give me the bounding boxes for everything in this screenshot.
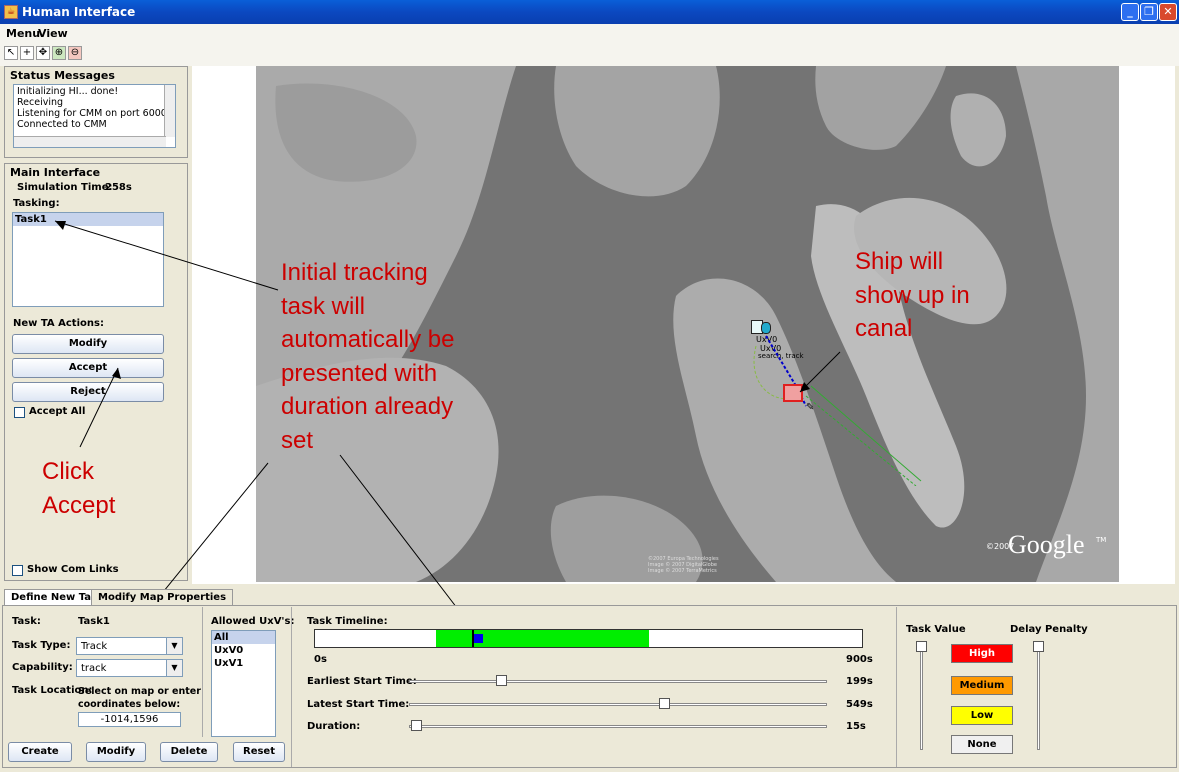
duration-value: 15s	[846, 721, 866, 732]
location-hint-1: Select on map or enter	[78, 686, 201, 697]
capability-value: track	[81, 663, 107, 674]
annotation-line: duration already	[281, 393, 454, 421]
location-field[interactable]: -1014,1596	[78, 712, 181, 727]
list-item[interactable]: All	[212, 631, 275, 644]
delay-penalty-slider[interactable]	[1037, 645, 1040, 750]
medium-button[interactable]: Medium	[951, 676, 1013, 695]
delete-button[interactable]: Delete	[160, 742, 218, 762]
annotation-line: presented with	[281, 359, 438, 387]
chevron-down-icon[interactable]: ▼	[166, 660, 182, 676]
annotation-line: Accept	[42, 491, 116, 519]
low-button[interactable]: Low	[951, 706, 1013, 725]
location-hint-2: coordinates below:	[78, 699, 181, 710]
duration-slider-thumb[interactable]	[410, 720, 422, 731]
chevron-down-icon[interactable]: ▼	[166, 638, 182, 654]
annotation-line: Ship will	[855, 248, 944, 275]
delay-penalty-slider-thumb[interactable]	[1033, 641, 1044, 652]
create-button[interactable]: Create	[8, 742, 72, 762]
delay-penalty-label: Delay Penalty	[1010, 624, 1088, 635]
task-value-slider-thumb[interactable]	[916, 641, 927, 652]
divider	[291, 607, 292, 767]
modify-task-button[interactable]: Modify	[86, 742, 146, 762]
task-type-select[interactable]: Track ▼	[76, 637, 183, 655]
timeline-end: 900s	[846, 654, 873, 665]
task-label: Task:	[12, 616, 41, 627]
annotation-line: Initial tracking	[281, 259, 428, 286]
allowed-uxv-list[interactable]: All UxV0 UxV1	[211, 630, 276, 737]
task-value-slider[interactable]	[920, 645, 923, 750]
annotation-line: task will	[281, 292, 366, 320]
earliest-label: Earliest Start Time:	[307, 676, 417, 687]
duration-slider[interactable]	[409, 725, 827, 728]
tab-modify-map-properties[interactable]: Modify Map Properties	[91, 589, 234, 605]
earliest-slider-thumb[interactable]	[496, 675, 508, 686]
high-button[interactable]: High	[951, 644, 1013, 663]
annotation-line: show up in	[855, 281, 970, 309]
none-button[interactable]: None	[951, 735, 1013, 754]
annotation-line: set	[281, 426, 314, 454]
annotation-ship: Ship will show up in canal	[855, 245, 970, 346]
earliest-slider[interactable]	[409, 680, 827, 683]
task-value-label: Task Value	[906, 624, 966, 635]
timeline-bar[interactable]	[314, 629, 863, 648]
earliest-value: 199s	[846, 676, 873, 687]
capability-select[interactable]: track ▼	[76, 659, 183, 677]
task-value: Task1	[78, 616, 110, 627]
task-type-value: Track	[81, 641, 108, 652]
annotation-line: Click	[42, 458, 94, 485]
duration-label: Duration:	[307, 721, 361, 732]
list-item[interactable]: UxV1	[212, 657, 275, 670]
allowed-uxv-title: Allowed UxV's:	[211, 616, 295, 627]
annotation-tracking: Initial tracking task will automatically…	[281, 256, 454, 458]
divider	[202, 607, 203, 737]
reset-button[interactable]: Reset	[233, 742, 285, 762]
task-type-label: Task Type:	[12, 640, 71, 651]
latest-slider[interactable]	[409, 703, 827, 706]
latest-label: Latest Start Time:	[307, 699, 410, 710]
timeline-start: 0s	[314, 654, 327, 665]
timeline-duration-block[interactable]	[473, 634, 483, 643]
latest-value: 549s	[846, 699, 873, 710]
latest-slider-thumb[interactable]	[658, 698, 670, 709]
annotation-line: canal	[855, 315, 913, 343]
capability-label: Capability:	[12, 662, 73, 673]
annotation-line: automatically be	[281, 326, 455, 354]
list-item[interactable]: UxV0	[212, 644, 275, 657]
timeline-title: Task Timeline:	[307, 616, 388, 627]
divider	[896, 607, 897, 767]
annotation-click: Click Accept	[42, 455, 115, 522]
timeline-window[interactable]	[435, 630, 649, 647]
